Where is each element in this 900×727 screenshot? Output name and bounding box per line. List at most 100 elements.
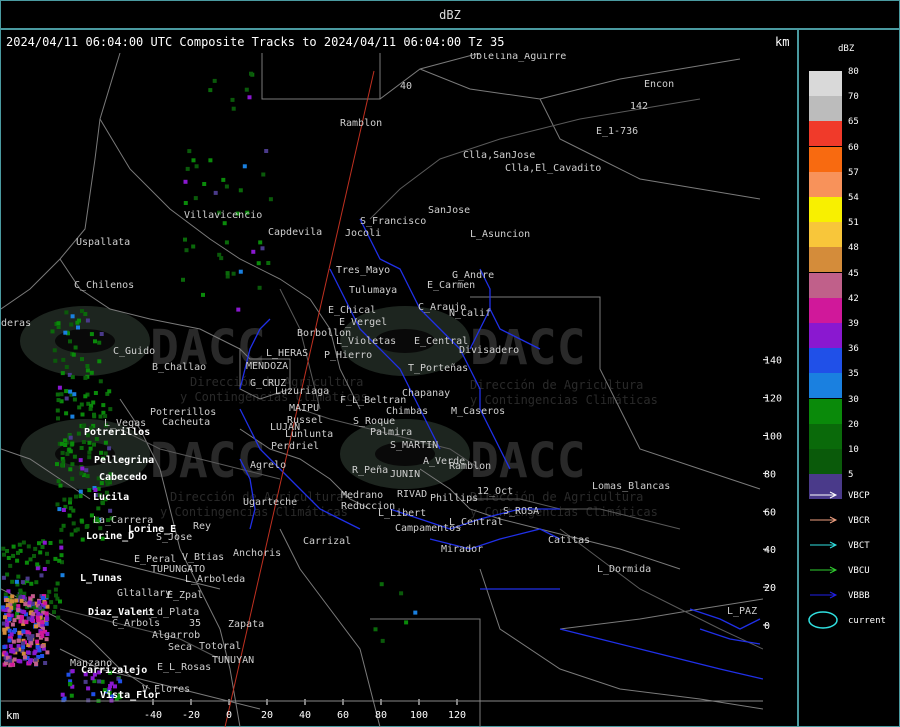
- radar-map[interactable]: DACC Dirección de Agricultura y Continge…: [0, 29, 798, 727]
- echo-pixel: [42, 540, 47, 545]
- echo-pixel: [44, 611, 49, 616]
- echo-pixel: [45, 650, 50, 655]
- echo-pixel: [12, 657, 17, 662]
- legend-swatch: [809, 146, 842, 172]
- echo-pixel: [230, 97, 235, 102]
- echo-pixel: [18, 619, 23, 624]
- echo-pixel: [87, 488, 92, 493]
- echo-pixel: [70, 669, 75, 674]
- echo-pixel: [33, 657, 38, 662]
- place-label: Ramblon: [340, 118, 382, 129]
- echo-pixel: [11, 639, 16, 644]
- echo-pixel: [185, 166, 190, 171]
- echo-pixel: [80, 466, 85, 471]
- echo-pixel: [32, 651, 37, 656]
- echo-pixel: [247, 95, 252, 100]
- legend-swatch: [809, 121, 842, 147]
- current-ellipse-icon: [808, 611, 838, 629]
- echo-pixel: [55, 502, 60, 507]
- echo-pixel: [40, 620, 45, 625]
- y-tick-label: 20: [764, 583, 776, 594]
- place-label: L_Asuncion: [470, 229, 530, 240]
- echo-pixel: [61, 523, 66, 528]
- echo-pixel: [260, 246, 265, 251]
- legend-swatch-label: 60: [848, 142, 859, 153]
- place-label: Divisadero: [459, 345, 519, 356]
- legend-swatch-label: 57: [848, 167, 859, 178]
- place-label: L_HERAS: [266, 348, 308, 359]
- echo-pixel: [16, 574, 21, 579]
- x-tick-label: 100: [410, 710, 428, 721]
- place-label: C_Guido: [113, 346, 155, 357]
- echo-pixel: [264, 149, 269, 153]
- echo-pixel: [6, 613, 11, 618]
- title-bar: dBZ: [0, 0, 900, 29]
- echo-pixel: [64, 396, 69, 401]
- echo-pixel: [59, 392, 64, 397]
- echo-pixel: [59, 527, 64, 532]
- place-label: S_Jose: [156, 532, 192, 543]
- echo-pixel: [60, 371, 65, 376]
- echo-pixel: [257, 285, 262, 290]
- y-tick-label: 0: [764, 621, 770, 632]
- echo-pixel: [68, 682, 73, 687]
- track-label: VBCT: [848, 541, 870, 551]
- echo-pixel: [201, 292, 205, 297]
- x-tick-label: 0: [226, 710, 232, 721]
- place-label: MAIPU: [289, 403, 319, 414]
- place-label: Lunlunta: [285, 429, 333, 440]
- echo-pixel: [62, 697, 67, 701]
- echo-pixel: [373, 627, 378, 632]
- echo-pixel: [14, 579, 19, 584]
- place-label: P_Hierro: [324, 350, 372, 361]
- echo-pixel: [28, 557, 33, 562]
- x-tick-label: -20: [182, 710, 200, 721]
- place-label: Rey: [193, 521, 211, 532]
- echo-pixel: [93, 391, 98, 395]
- echo-pixel: [113, 684, 117, 689]
- legend-swatch: [809, 171, 842, 197]
- place-label: L_Arboleda: [185, 574, 245, 585]
- place-label: Clla,El_Cavadito: [505, 163, 601, 174]
- place-label: Carrizalejo: [81, 664, 147, 676]
- legend-swatch-label: 5: [848, 470, 854, 481]
- echo-pixel: [25, 630, 30, 635]
- echo-pixel: [68, 389, 73, 394]
- echo-pixel: [251, 249, 256, 254]
- echo-pixel: [26, 636, 31, 641]
- legend-swatch-label: 65: [848, 117, 859, 128]
- echo-pixel: [238, 269, 243, 274]
- echo-pixel: [212, 78, 217, 83]
- echo-pixel: [38, 605, 43, 610]
- place-label: RIVAD: [397, 489, 427, 500]
- echo-pixel: [193, 196, 198, 201]
- echo-pixel: [53, 604, 58, 609]
- echo-pixel: [64, 411, 69, 416]
- echo-pixel: [231, 271, 236, 276]
- echo-pixel: [40, 545, 45, 549]
- place-label: Vista_Flor: [100, 689, 160, 701]
- echo-pixel: [56, 321, 61, 326]
- echo-pixel: [35, 639, 40, 644]
- y-axis: 140 120 100 80 60 40 20 0: [763, 356, 782, 632]
- echo-pixel: [108, 684, 113, 688]
- echo-pixel: [61, 459, 66, 464]
- echo-pixel: [75, 320, 80, 325]
- place-label: Lucila: [93, 491, 129, 503]
- echo-pixel: [67, 447, 72, 452]
- echo-pixel: [32, 554, 36, 558]
- place-label: F_L_Beltran: [340, 395, 406, 406]
- echo-pixel: [13, 628, 17, 633]
- echo-pixel: [16, 658, 21, 663]
- echo-pixel: [91, 692, 96, 697]
- place-label: Encon: [644, 79, 674, 90]
- place-label: L_Libert: [378, 508, 426, 519]
- echo-pixel: [64, 365, 69, 369]
- y-tick-label: 120: [764, 394, 782, 405]
- echo-pixel: [56, 615, 61, 620]
- x-axis: -40 -20 0 20 40 60 80 100 120: [1, 699, 763, 721]
- echo-pixel: [9, 632, 14, 637]
- echo-pixel: [3, 615, 7, 620]
- echo-pixel: [64, 389, 69, 394]
- echo-pixel: [258, 240, 263, 245]
